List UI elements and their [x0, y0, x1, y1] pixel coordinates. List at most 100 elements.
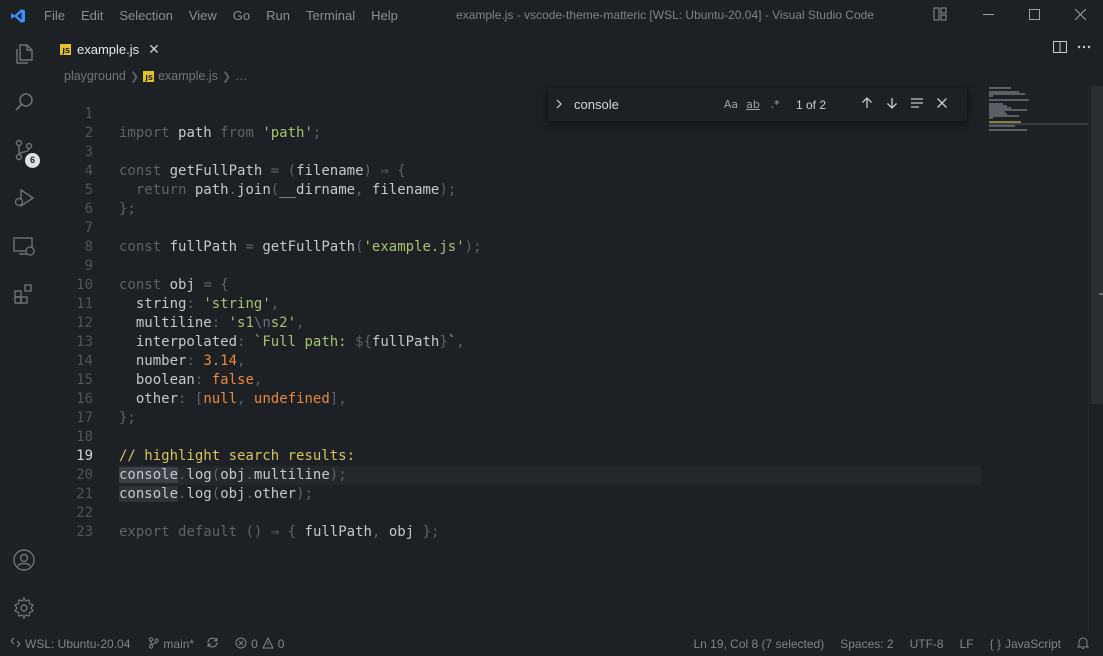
menu-edit[interactable]: Edit	[73, 0, 111, 31]
code-line: 5 };	[48, 162, 1088, 217]
braces-icon: { }	[989, 637, 1001, 651]
accounts-button[interactable]	[0, 537, 48, 585]
debug-icon	[12, 186, 36, 213]
menu-bar: File Edit Selection View Go Run Terminal…	[36, 0, 406, 31]
menu-help[interactable]: Help	[363, 0, 406, 31]
code-line: 10 string: 'string',	[48, 257, 1088, 312]
editor-actions	[1053, 31, 1091, 66]
tab-example-js[interactable]: JS example.js ✕	[48, 31, 168, 66]
error-count: 0	[251, 637, 258, 651]
match-count: 1 of 2	[796, 97, 827, 112]
minimize-button[interactable]	[965, 0, 1011, 31]
editor-tab-bar: JS example.js ✕	[48, 31, 1103, 66]
layout-icon	[933, 7, 947, 24]
extensions-button[interactable]	[0, 271, 48, 319]
code-line: 16 };	[48, 371, 1088, 426]
find-input-box: Aa ab .*	[570, 92, 788, 117]
code-line: 3 const getFullPath = (filename) ⇒ {	[48, 124, 1088, 179]
cursor-position[interactable]: Ln 19, Col 8 (7 selected)	[685, 632, 832, 656]
selection-icon	[910, 96, 924, 113]
match-whole-word-toggle[interactable]: ab	[742, 98, 764, 111]
branch-indicator[interactable]: main*	[142, 632, 200, 656]
status-bar: WSL: Ubuntu-20.04 main* 0 0 Ln 19, Col 8…	[0, 632, 1103, 656]
code-line: 17	[48, 390, 1088, 426]
menu-selection[interactable]: Selection	[111, 0, 180, 31]
breadcrumb-symbol[interactable]: …	[235, 69, 248, 83]
git-branch-icon	[148, 636, 160, 652]
find-input[interactable]	[570, 97, 720, 112]
remote-indicator[interactable]: WSL: Ubuntu-20.04	[0, 632, 136, 656]
code-line: 8	[48, 219, 1088, 255]
code-line: 7 const fullPath = getFullPath('example.…	[48, 200, 1088, 255]
chevron-right-icon	[554, 97, 564, 112]
find-in-selection-button[interactable]	[904, 93, 929, 117]
menu-run[interactable]: Run	[258, 0, 298, 31]
code-line: 13 number: 3.14,	[48, 314, 1088, 369]
code-line: 11 multiline: 's1\ns2',	[48, 276, 1088, 331]
tab-close-icon[interactable]: ✕	[148, 41, 160, 58]
minimize-icon	[982, 8, 994, 23]
language-mode[interactable]: { } JavaScript	[982, 632, 1069, 656]
use-regex-toggle[interactable]: .*	[764, 98, 786, 111]
explorer-button[interactable]	[0, 31, 48, 79]
search-button[interactable]	[0, 79, 48, 127]
indentation[interactable]: Spaces: 2	[832, 632, 901, 656]
language-label: JavaScript	[1004, 637, 1061, 651]
maximize-button[interactable]	[1011, 0, 1057, 31]
code-line: 9 const obj = {	[48, 238, 1088, 293]
minimap[interactable]	[987, 86, 1089, 131]
chevron-right-icon: ❯	[221, 70, 232, 83]
toggle-replace-button[interactable]	[548, 88, 570, 121]
activity-bar: 6	[0, 31, 48, 632]
arrow-down-icon	[885, 96, 899, 113]
remote-explorer-button[interactable]	[0, 223, 48, 271]
warning-count: 0	[277, 637, 285, 651]
end-of-line[interactable]: LF	[952, 632, 982, 656]
scrollbar-thumb[interactable]	[1091, 86, 1103, 404]
chevron-right-icon: ❯	[129, 70, 140, 83]
next-match-button[interactable]	[879, 93, 904, 117]
error-icon	[235, 637, 247, 652]
remote-label: WSL: Ubuntu-20.04	[25, 637, 131, 651]
encoding[interactable]: UTF-8	[902, 632, 952, 656]
menu-view[interactable]: View	[181, 0, 225, 31]
remote-explorer-icon	[12, 234, 36, 261]
vscode-logo-icon	[0, 0, 36, 31]
run-debug-button[interactable]	[0, 175, 48, 223]
line-number: 23	[76, 524, 93, 540]
code-text: export default () ⇒ { fullPath, obj };	[119, 524, 440, 540]
previous-match-button[interactable]	[854, 93, 879, 117]
close-icon	[936, 97, 948, 112]
vertical-scrollbar[interactable]	[1088, 86, 1103, 632]
sync-button[interactable]	[200, 632, 225, 656]
code-line: 21	[48, 466, 1088, 502]
code-editor[interactable]: 1 import path from 'path'; 2 3 const get…	[48, 86, 1088, 632]
sync-icon	[206, 636, 219, 652]
problems-indicator[interactable]: 0 0	[229, 632, 290, 656]
match-case-toggle[interactable]: Aa	[720, 98, 742, 111]
account-icon	[12, 548, 36, 575]
close-find-button[interactable]	[929, 93, 954, 117]
arrow-up-icon	[860, 96, 874, 113]
bell-icon	[1076, 636, 1090, 652]
source-control-button[interactable]: 6	[0, 127, 48, 175]
javascript-file-icon: JS	[143, 70, 155, 82]
breadcrumb-file[interactable]: example.js	[158, 69, 218, 83]
code-line: 20 console.log(obj.other);	[48, 447, 1088, 502]
customize-layout-button[interactable]	[926, 0, 954, 31]
code-line: 23	[48, 504, 1088, 540]
menu-file[interactable]: File	[36, 0, 73, 31]
warning-icon	[261, 636, 274, 652]
code-line: 14 boolean: false,	[48, 333, 1088, 388]
menu-terminal[interactable]: Terminal	[298, 0, 363, 31]
extensions-icon	[12, 282, 36, 309]
window-controls	[965, 0, 1103, 31]
split-editor-icon[interactable]	[1053, 40, 1067, 57]
manage-button[interactable]	[0, 585, 48, 633]
breadcrumb-folder[interactable]: playground	[64, 69, 126, 83]
code-line: 4 return path.join(__dirname, filename);	[48, 143, 1088, 198]
menu-go[interactable]: Go	[225, 0, 258, 31]
notifications-button[interactable]	[1069, 632, 1103, 656]
more-actions-icon[interactable]	[1077, 40, 1091, 57]
close-window-button[interactable]	[1057, 0, 1103, 31]
